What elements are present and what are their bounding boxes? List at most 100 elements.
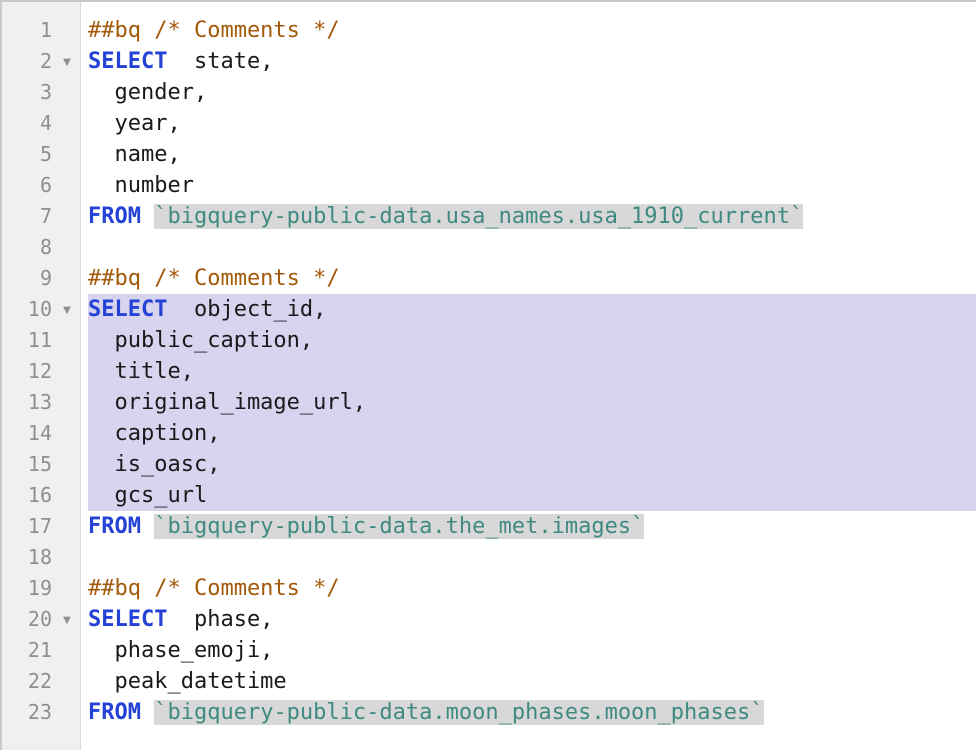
code-text[interactable]: name, xyxy=(88,139,976,170)
code-token: name, xyxy=(88,142,181,167)
code-lines: 1 ##bq /* Comments */2 ▼ SELECT state, 3 gen… xyxy=(2,15,976,728)
code-token: number xyxy=(88,173,194,198)
code-line[interactable]: 8 xyxy=(2,232,976,263)
code-text[interactable]: FROM `bigquery-public-data.the_met.image… xyxy=(88,511,976,542)
code-line[interactable]: 1 ##bq /* Comments */ xyxy=(2,15,976,46)
code-line[interactable]: 11 public_caption, xyxy=(2,325,976,356)
code-line[interactable]: 21 phase_emoji, xyxy=(2,635,976,666)
code-token: year, xyxy=(88,111,181,136)
code-text[interactable]: year, xyxy=(88,108,976,139)
code-line[interactable]: 3 gender, xyxy=(2,77,976,108)
code-token: public_caption, xyxy=(88,328,314,353)
line-number: 23 xyxy=(27,700,52,724)
code-text[interactable] xyxy=(88,542,976,573)
code-text[interactable]: caption, xyxy=(88,418,976,449)
line-number: 1 xyxy=(39,18,52,42)
line-number: 5 xyxy=(39,142,52,166)
line-number: 17 xyxy=(27,514,52,538)
code-token: phase_emoji, xyxy=(88,638,274,663)
code-line[interactable]: 13 original_image_url, xyxy=(2,387,976,418)
line-number: 13 xyxy=(27,390,52,414)
line-number: 18 xyxy=(27,545,52,569)
code-line[interactable]: 22 peak_datetime xyxy=(2,666,976,697)
code-line[interactable]: 19 ##bq /* Comments */ xyxy=(2,573,976,604)
code-line[interactable]: 17 FROM `bigquery-public-data.the_met.ima… xyxy=(2,511,976,542)
sql-keyword: SELECT xyxy=(88,607,168,632)
code-text[interactable]: SELECT phase, xyxy=(88,604,976,635)
code-text[interactable]: SELECT state, xyxy=(88,46,976,77)
line-number: 3 xyxy=(39,80,52,104)
code-text[interactable]: peak_datetime xyxy=(88,666,976,697)
code-line[interactable]: 9 ##bq /* Comments */ xyxy=(2,263,976,294)
sql-keyword: FROM xyxy=(88,514,141,539)
code-line[interactable]: 6 number xyxy=(2,170,976,201)
code-line[interactable]: 20 ▼ SELECT phase, xyxy=(2,604,976,635)
code-token: gcs_url xyxy=(88,483,208,508)
line-number: 14 xyxy=(27,421,52,445)
fold-toggle-icon[interactable]: ▼ xyxy=(60,294,74,325)
code-line[interactable]: 15 is_oasc, xyxy=(2,449,976,480)
sql-comment: ##bq /* Comments */ xyxy=(88,266,340,291)
code-line[interactable]: 16 gcs_url xyxy=(2,480,976,511)
code-line[interactable]: 23 FROM `bigquery-public-data.moon_phases… xyxy=(2,697,976,728)
sql-comment: ##bq /* Comments */ xyxy=(88,576,340,601)
line-number: 6 xyxy=(39,173,52,197)
code-text[interactable]: FROM `bigquery-public-data.usa_names.usa… xyxy=(88,201,976,232)
code-token: object_id, xyxy=(167,297,327,322)
code-text[interactable]: gender, xyxy=(88,77,976,108)
line-number: 4 xyxy=(39,111,52,135)
line-number: 16 xyxy=(27,483,52,507)
line-number: 8 xyxy=(39,235,52,259)
code-text[interactable]: original_image_url, xyxy=(88,387,976,418)
code-text[interactable]: is_oasc, xyxy=(88,449,976,480)
line-number: 19 xyxy=(27,576,52,600)
fold-toggle-icon[interactable]: ▼ xyxy=(60,604,74,635)
code-token: peak_datetime xyxy=(88,669,287,694)
code-text[interactable]: ##bq /* Comments */ xyxy=(88,263,976,294)
line-number: 22 xyxy=(27,669,52,693)
code-text[interactable]: FROM `bigquery-public-data.moon_phases.m… xyxy=(88,697,976,728)
code-text[interactable]: SELECT object_id, xyxy=(88,294,976,325)
code-text[interactable]: title, xyxy=(88,356,976,387)
fold-toggle-icon[interactable]: ▼ xyxy=(60,46,74,77)
line-number: 9 xyxy=(39,266,52,290)
code-text[interactable] xyxy=(88,232,976,263)
code-token: original_image_url, xyxy=(88,390,367,415)
sql-keyword: FROM xyxy=(88,204,141,229)
line-number: 11 xyxy=(27,328,52,352)
sql-keyword: FROM xyxy=(88,700,141,725)
line-number: 12 xyxy=(27,359,52,383)
code-line[interactable]: 7 FROM `bigquery-public-data.usa_names.us… xyxy=(2,201,976,232)
line-number: 20 xyxy=(27,607,52,631)
line-number: 7 xyxy=(39,204,52,228)
code-token: gender, xyxy=(88,80,208,105)
code-text[interactable]: public_caption, xyxy=(88,325,976,356)
code-line[interactable]: 12 title, xyxy=(2,356,976,387)
code-text[interactable]: number xyxy=(88,170,976,201)
code-text[interactable]: ##bq /* Comments */ xyxy=(88,15,976,46)
code-token: phase, xyxy=(167,607,274,632)
code-line[interactable]: 2 ▼ SELECT state, xyxy=(2,46,976,77)
code-text[interactable]: ##bq /* Comments */ xyxy=(88,573,976,604)
table-identifier: `bigquery-public-data.moon_phases.moon_p… xyxy=(154,700,764,725)
sql-keyword: SELECT xyxy=(88,297,168,322)
code-token: state, xyxy=(167,49,274,74)
code-line[interactable]: 14 caption, xyxy=(2,418,976,449)
code-line[interactable]: 18 xyxy=(2,542,976,573)
code-line[interactable]: 10 ▼ SELECT object_id, xyxy=(2,294,976,325)
code-text[interactable]: phase_emoji, xyxy=(88,635,976,666)
code-token: is_oasc, xyxy=(88,452,221,477)
sql-comment: ##bq /* Comments */ xyxy=(88,18,340,43)
table-identifier: `bigquery-public-data.usa_names.usa_1910… xyxy=(154,204,804,229)
line-number: 2 xyxy=(39,49,52,73)
code-text[interactable]: gcs_url xyxy=(88,480,976,511)
code-token: caption, xyxy=(88,421,221,446)
code-line[interactable]: 5 name, xyxy=(2,139,976,170)
line-number: 15 xyxy=(27,452,52,476)
line-number: 21 xyxy=(27,638,52,662)
code-line[interactable]: 4 year, xyxy=(2,108,976,139)
sql-code-editor[interactable]: 1 ##bq /* Comments */2 ▼ SELECT state, 3 gen… xyxy=(0,0,976,750)
